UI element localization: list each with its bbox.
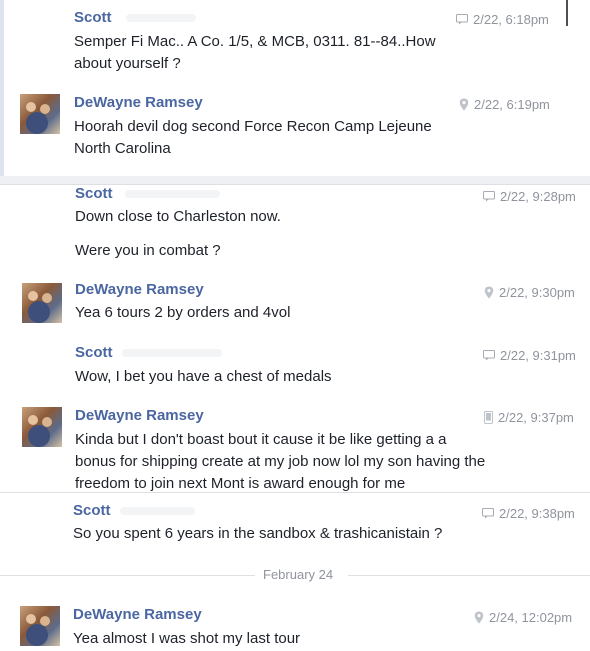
message-meta: 2/22, 9:37pm: [484, 410, 574, 425]
message-time: 2/22, 9:31pm: [500, 348, 576, 363]
sender-name-dewayne[interactable]: DeWayne Ramsey: [75, 281, 204, 298]
divider-line: [0, 575, 255, 576]
sender-name-dewayne[interactable]: DeWayne Ramsey: [74, 94, 203, 111]
message-meta: 2/22, 9:30pm: [484, 285, 575, 300]
date-divider: February 24: [0, 566, 590, 584]
message-meta: 2/22, 9:31pm: [483, 348, 576, 363]
sender-name-scott[interactable]: Scott: [75, 344, 113, 361]
message-meta: 2/22, 9:28pm: [483, 189, 576, 204]
sender-avatar-placeholder: [24, 6, 64, 46]
message-text-line: North Carolina: [74, 140, 171, 157]
message-text-line: Semper Fi Mac.. A Co. 1/5, & MCB, 0311. …: [74, 33, 436, 50]
message-meta: 2/22, 6:18pm: [456, 12, 549, 27]
mobile-icon: [484, 411, 493, 424]
sender-name-dewayne[interactable]: DeWayne Ramsey: [75, 407, 204, 424]
avatar-dewayne[interactable]: [20, 94, 60, 134]
message-text-line: Hoorah devil dog second Force Recon Camp…: [74, 118, 432, 135]
message-time: 2/24, 12:02pm: [489, 610, 573, 625]
location-icon: [474, 611, 484, 624]
avatar-dewayne[interactable]: [22, 283, 62, 323]
sender-avatar-placeholder: [22, 187, 62, 227]
chat-icon: [456, 14, 468, 25]
scrollbar-edge: [566, 0, 568, 26]
message-time: 2/22, 9:37pm: [498, 410, 574, 425]
message-time: 2/22, 9:38pm: [499, 506, 575, 521]
message-meta: 2/22, 6:19pm: [459, 97, 550, 112]
message-text-line: Down close to Charleston now.: [75, 208, 281, 225]
message-text-line: Kinda but I don't boast bout it cause it…: [75, 431, 447, 448]
panel-separator: [0, 176, 590, 184]
conversation-panel-2: Scott 2/22, 9:28pm Down close to Charles…: [0, 184, 590, 493]
message-meta: 2/24, 12:02pm: [474, 610, 572, 625]
message-text-line: bonus for shipping create at my job now …: [75, 453, 486, 470]
chat-icon: [482, 508, 494, 519]
sender-avatar-placeholder: [20, 501, 60, 541]
message-text-line: Yea 6 tours 2 by orders and 4vol: [75, 304, 291, 321]
message-time: 2/22, 6:19pm: [474, 97, 550, 112]
conversation-panel-1: Scott 2/22, 6:18pm Semper Fi Mac.. A Co.…: [0, 0, 590, 176]
avatar-dewayne[interactable]: [20, 606, 60, 646]
chat-icon: [483, 350, 495, 361]
message-time: 2/22, 9:28pm: [500, 189, 576, 204]
sender-name-scott[interactable]: Scott: [75, 185, 113, 202]
divider-line: [348, 575, 590, 576]
message-time: 2/22, 6:18pm: [473, 12, 549, 27]
sender-avatar-placeholder: [22, 345, 62, 385]
message-meta: 2/22, 9:38pm: [482, 506, 575, 521]
message-text-line: about yourself ?: [74, 55, 181, 72]
redacted-name: [126, 14, 196, 22]
location-icon: [484, 286, 494, 299]
message-time: 2/22, 9:30pm: [499, 285, 575, 300]
message-text-line: Were you in combat ?: [75, 242, 221, 259]
sender-name-scott[interactable]: Scott: [73, 502, 111, 519]
location-icon: [459, 98, 469, 111]
date-divider-label: February 24: [263, 567, 334, 582]
message-text-line: Yea almost I was shot my last tour: [73, 630, 301, 647]
avatar-dewayne[interactable]: [22, 407, 62, 447]
message-text-line: So you spent 6 years in the sandbox & tr…: [73, 525, 443, 542]
message-text-line: Wow, I bet you have a chest of medals: [75, 368, 332, 385]
redacted-name: [122, 349, 222, 357]
redacted-name: [120, 507, 195, 515]
sender-name-dewayne[interactable]: DeWayne Ramsey: [73, 606, 202, 623]
redacted-name: [125, 190, 220, 198]
chat-icon: [483, 191, 495, 202]
sender-name-scott[interactable]: Scott: [74, 9, 112, 26]
